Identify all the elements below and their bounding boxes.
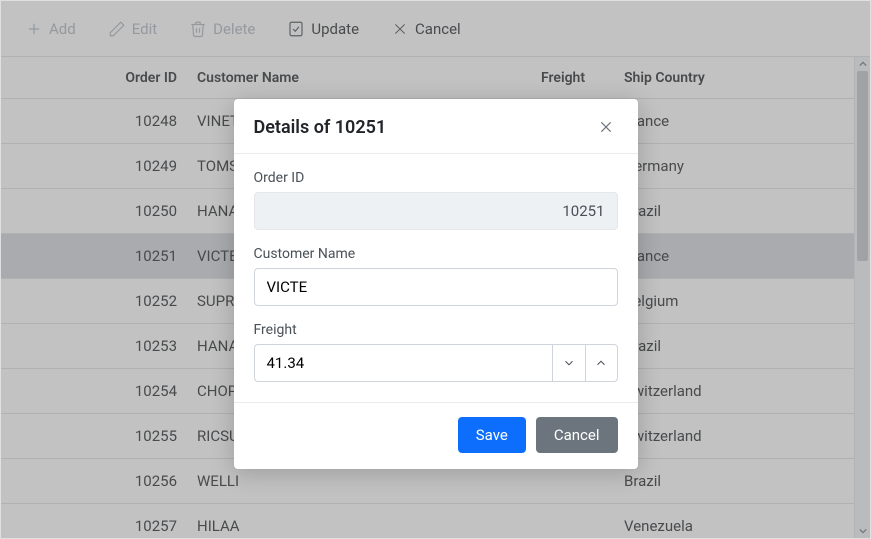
freight-decrement[interactable] bbox=[552, 344, 585, 382]
customer-name-label: Customer Name bbox=[254, 246, 618, 262]
dialog-header: Details of 10251 bbox=[234, 99, 638, 154]
order-id-label: Order ID bbox=[254, 170, 618, 186]
freight-increment[interactable] bbox=[585, 344, 618, 382]
save-button[interactable]: Save bbox=[458, 417, 526, 453]
customer-name-input[interactable] bbox=[254, 268, 618, 306]
field-order-id: Order ID bbox=[254, 170, 618, 230]
dialog-cancel-button[interactable]: Cancel bbox=[536, 417, 618, 453]
field-freight: Freight bbox=[254, 322, 618, 382]
edit-dialog: Details of 10251 Order ID Customer Name … bbox=[234, 99, 638, 469]
freight-input[interactable] bbox=[254, 344, 553, 382]
dialog-footer: Save Cancel bbox=[234, 402, 638, 469]
modal-overlay: Details of 10251 Order ID Customer Name … bbox=[1, 1, 870, 538]
close-icon[interactable] bbox=[594, 115, 618, 139]
dialog-body: Order ID Customer Name Freight bbox=[234, 154, 638, 402]
dialog-title: Details of 10251 bbox=[254, 117, 387, 138]
freight-numeric bbox=[254, 344, 618, 382]
order-id-input bbox=[254, 192, 618, 230]
freight-label: Freight bbox=[254, 322, 618, 338]
field-customer-name: Customer Name bbox=[254, 246, 618, 306]
